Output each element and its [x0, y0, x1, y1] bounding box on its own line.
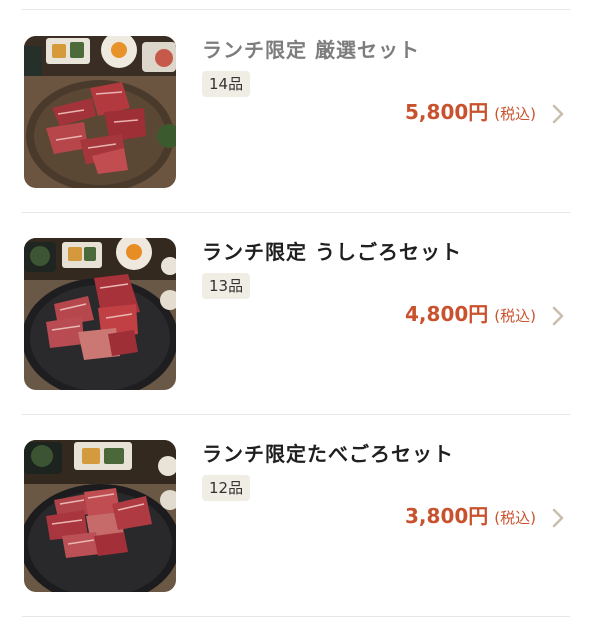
item-price: 3,800円: [405, 504, 489, 528]
price-row: 5,800円 (税込): [405, 96, 536, 125]
divider-bottom: [22, 616, 570, 617]
menu-item-ushigoro-set[interactable]: ランチ限定 うしごろセット 13品 4,800円 (税込): [0, 214, 594, 414]
chevron-right-icon[interactable]: [550, 104, 566, 124]
food-photo: [24, 36, 176, 188]
divider-top: [22, 9, 570, 10]
divider: [22, 212, 570, 213]
food-photo: [24, 440, 176, 592]
item-price: 4,800円: [405, 302, 489, 326]
item-count-badge: 14品: [202, 71, 251, 97]
tax-note: (税込): [494, 509, 536, 527]
item-title: ランチ限定 厳選セット: [202, 38, 420, 62]
price-row: 3,800円 (税込): [405, 500, 536, 529]
price-row: 4,800円 (税込): [405, 298, 536, 327]
item-title: ランチ限定たべごろセット: [202, 442, 454, 466]
item-price: 5,800円: [405, 100, 489, 124]
item-count-badge: 12品: [202, 475, 251, 501]
chevron-right-icon[interactable]: [550, 508, 566, 528]
item-count-badge: 13品: [202, 273, 251, 299]
divider: [22, 414, 570, 415]
tax-note: (税込): [494, 105, 536, 123]
food-photo: [24, 238, 176, 390]
tax-note: (税込): [494, 307, 536, 325]
chevron-right-icon[interactable]: [550, 306, 566, 326]
menu-item-genzen-set[interactable]: ランチ限定 厳選セット 14品 5,800円 (税込): [0, 12, 594, 212]
menu-item-tabegoro-set[interactable]: ランチ限定たべごろセット 12品 3,800円 (税込): [0, 416, 594, 616]
item-title: ランチ限定 うしごろセット: [202, 240, 462, 264]
